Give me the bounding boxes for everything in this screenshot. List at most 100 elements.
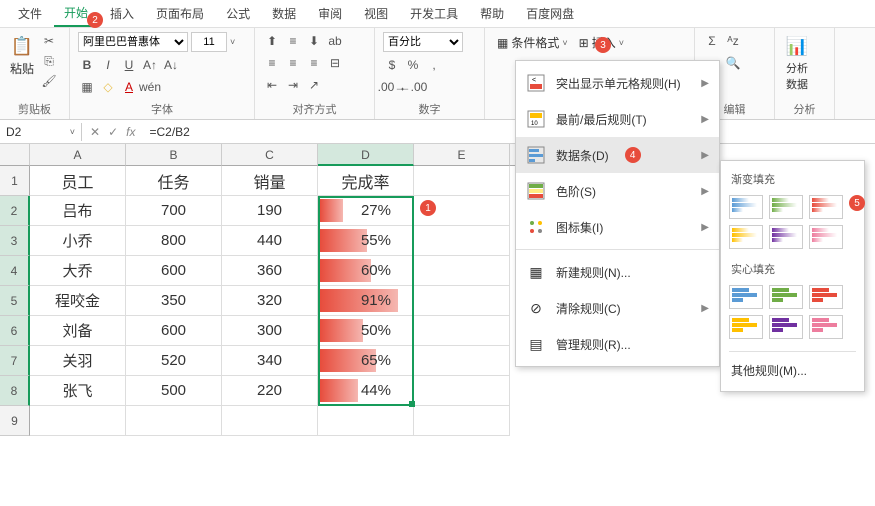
bold-button[interactable]: B [78,56,96,74]
cell[interactable]: 任务 [126,166,222,196]
databar-swatch[interactable] [809,225,843,249]
cancel-formula-icon[interactable]: ✕ [90,125,100,139]
row-head-1[interactable]: 1 [0,166,30,196]
cell[interactable]: 44% [318,376,414,406]
sum-button[interactable]: Σ [703,32,721,50]
orientation-button[interactable]: ↗ [305,76,323,94]
cell[interactable]: 360 [222,256,318,286]
cf-data-bars[interactable]: 数据条(D) 4 ▶ [516,137,719,173]
row-head-4[interactable]: 4 [0,256,30,286]
databar-swatch[interactable] [769,315,803,339]
decrease-decimal-button[interactable]: ←.00 [404,78,422,96]
grow-font-button[interactable]: A↑ [141,56,159,74]
cell[interactable]: 50% [318,316,414,346]
cell[interactable] [414,346,510,376]
cell[interactable]: 吕布 [30,196,126,226]
cell[interactable]: 小乔 [30,226,126,256]
format-painter-button[interactable]: 🖌 [40,72,58,90]
cell[interactable]: 张飞 [30,376,126,406]
cell[interactable]: 520 [126,346,222,376]
row-head-7[interactable]: 7 [0,346,30,376]
percent-button[interactable]: % [404,56,422,74]
tab-formulas[interactable]: 公式 [216,1,260,26]
fill-color-button[interactable]: ◇ [99,78,117,96]
indent-left-button[interactable]: ⇤ [263,76,281,94]
cell[interactable]: 440 [222,226,318,256]
row-head-8[interactable]: 8 [0,376,30,406]
fx-icon[interactable]: fx [126,125,135,139]
tab-view[interactable]: 视图 [354,1,398,26]
cell[interactable]: 350 [126,286,222,316]
cell[interactable]: 65% [318,346,414,376]
cell[interactable]: 55% [318,226,414,256]
copy-button[interactable]: ⎘ [40,52,58,70]
cell[interactable]: 220 [222,376,318,406]
cell[interactable] [414,166,510,196]
cell[interactable]: 500 [126,376,222,406]
indent-right-button[interactable]: ⇥ [284,76,302,94]
cell[interactable]: 27% [318,196,414,226]
italic-button[interactable]: I [99,56,117,74]
select-all-corner[interactable] [0,144,30,166]
row-head-3[interactable]: 3 [0,226,30,256]
cf-top-bottom-rules[interactable]: 10 最前/最后规则(T)▶ [516,101,719,137]
databar-swatch[interactable] [769,225,803,249]
cell[interactable]: 700 [126,196,222,226]
tab-help[interactable]: 帮助 [470,1,514,26]
cut-button[interactable]: ✂ [40,32,58,50]
databar-swatch[interactable] [769,285,803,309]
row-head-6[interactable]: 6 [0,316,30,346]
currency-button[interactable]: $ [383,56,401,74]
wrap-text-button[interactable]: ab [326,32,344,50]
databar-swatch[interactable] [809,285,843,309]
row-head-2[interactable]: 2 [0,196,30,226]
phonetic-button[interactable]: wén [141,78,159,96]
tab-review[interactable]: 审阅 [308,1,352,26]
comma-button[interactable]: , [425,56,443,74]
cell[interactable] [414,256,510,286]
cell[interactable]: 刘备 [30,316,126,346]
tab-file[interactable]: 文件 [8,1,52,26]
cell[interactable]: 91% [318,286,414,316]
cell[interactable]: 完成率 [318,166,414,196]
number-format-select[interactable]: 百分比 [383,32,463,52]
cf-new-rule[interactable]: ▦ 新建规则(N)... [516,254,719,290]
databar-swatch[interactable] [729,225,763,249]
col-head-c[interactable]: C [222,144,318,166]
databar-swatch[interactable] [809,315,843,339]
border-button[interactable]: ▦ [78,78,96,96]
databar-swatch[interactable] [729,285,763,309]
cell[interactable]: 关羽 [30,346,126,376]
sort-button[interactable]: ᴬz [724,32,742,50]
cf-manage-rules[interactable]: ▤ 管理规则(R)... [516,326,719,362]
align-top-button[interactable]: ⬆ [263,32,281,50]
cf-icon-sets[interactable]: 图标集(I)▶ [516,209,719,245]
databar-swatch[interactable] [729,195,763,219]
cell[interactable] [222,406,318,436]
cell[interactable] [414,286,510,316]
col-head-d[interactable]: D [318,144,414,166]
row-head-5[interactable]: 5 [0,286,30,316]
cell[interactable]: 员工 [30,166,126,196]
name-box[interactable]: D2˅ [0,123,82,141]
databar-swatch[interactable] [809,195,843,219]
cf-highlight-rules[interactable]: < 突出显示单元格规则(H)▶ [516,65,719,101]
underline-button[interactable]: U [120,56,138,74]
align-center-button[interactable]: ≡ [284,54,302,72]
formula-input[interactable]: =C2/B2 [143,123,875,141]
align-bottom-button[interactable]: ⬇ [305,32,323,50]
cell[interactable] [414,376,510,406]
cell[interactable]: 190 [222,196,318,226]
cell[interactable]: 800 [126,226,222,256]
font-color-button[interactable]: A [120,78,138,96]
paste-button[interactable]: 📋 粘贴 [8,32,36,79]
more-rules-button[interactable]: 其他规则(M)... [729,356,856,385]
cell[interactable]: 320 [222,286,318,316]
conditional-format-button[interactable]: ▦ 条件格式˅ [493,32,572,53]
col-head-e[interactable]: E [414,144,510,166]
cell[interactable]: 销量 [222,166,318,196]
accept-formula-icon[interactable]: ✓ [108,125,118,139]
align-right-button[interactable]: ≡ [305,54,323,72]
cell[interactable]: 程咬金 [30,286,126,316]
find-button[interactable]: 🔍 [724,54,742,72]
